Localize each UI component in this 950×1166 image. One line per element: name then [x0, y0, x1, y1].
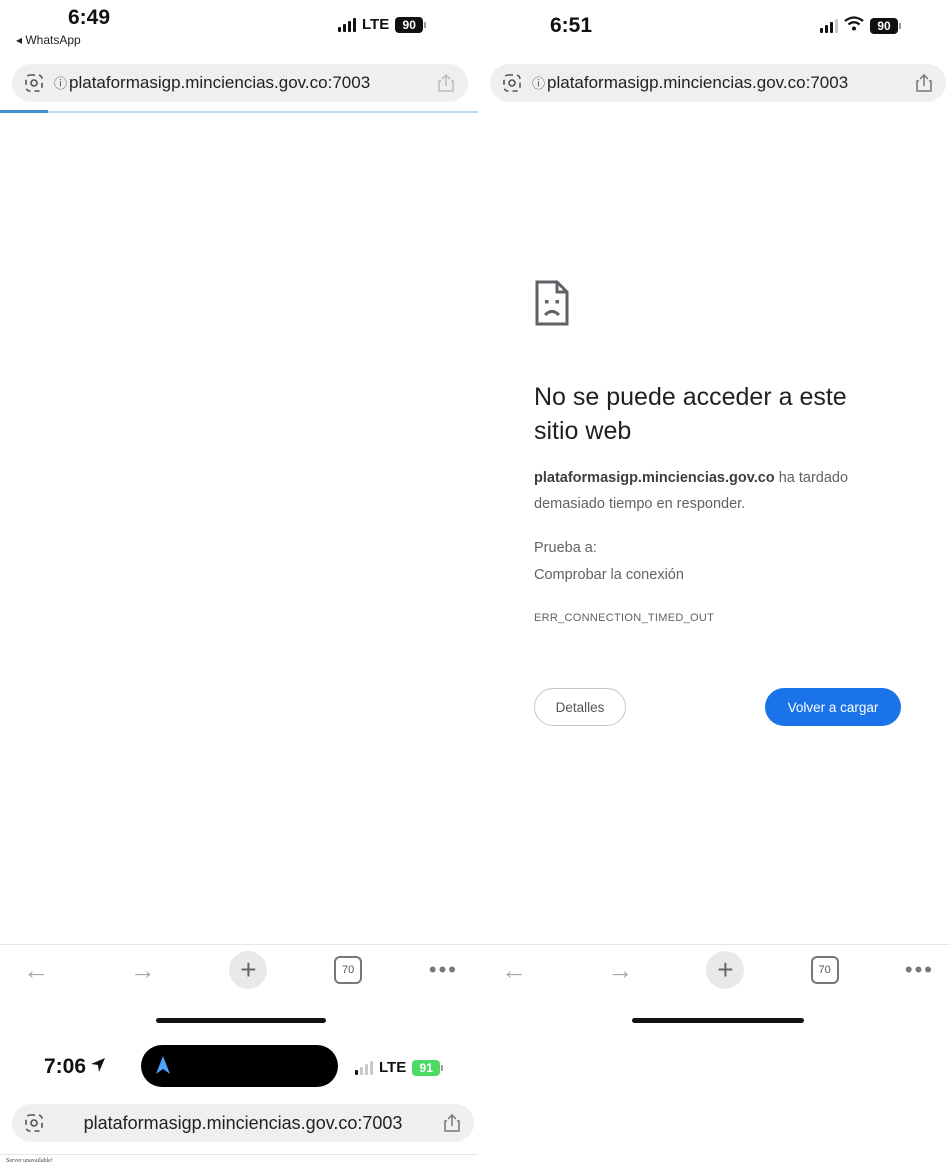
url-bar[interactable]: ⓘ plataformasigp.minciencias.gov.co:7003 — [490, 64, 946, 102]
bottom-toolbar: ← → + 70 ••• — [494, 950, 934, 990]
battery-icon: 91 — [412, 1059, 444, 1076]
home-indicator[interactable] — [632, 1018, 804, 1023]
error-message: plataformasigp.minciencias.gov.co ha tar… — [534, 465, 914, 517]
suggestion-text: Comprobar la conexión — [534, 567, 684, 583]
back-icon[interactable]: ← — [16, 955, 56, 986]
battery-level: 90 — [870, 17, 898, 34]
new-tab-button[interactable]: + — [229, 951, 268, 989]
blank-page-content — [0, 114, 478, 944]
dynamic-island — [141, 1045, 338, 1087]
try-label: Prueba a: — [534, 540, 597, 556]
loading-progress-bar — [0, 110, 48, 113]
error-title: No se puede acceder a este sitio web — [534, 383, 847, 445]
left-screenshot: 6:49 ◂ WhatsApp LTE 90 ⓘ plataformasigp.m… — [0, 0, 478, 1035]
page-lens-icon[interactable] — [24, 1113, 44, 1133]
status-time: 6:51 — [550, 14, 593, 37]
back-icon[interactable]: ← — [494, 955, 534, 986]
error-host: plataformasigp.minciencias.gov.co — [534, 470, 775, 486]
network-type: LTE — [379, 1059, 407, 1076]
more-menu-icon[interactable]: ••• — [429, 957, 458, 983]
status-icons: 90 — [820, 16, 901, 35]
battery-level: 90 — [395, 16, 424, 33]
share-icon[interactable] — [442, 1113, 462, 1133]
url-text: plataformasigp.minciencias.gov.co:7003 — [83, 1112, 403, 1133]
battery-icon: 90 — [870, 17, 901, 34]
battery-icon: 90 — [395, 16, 427, 33]
home-indicator[interactable] — [156, 1018, 326, 1023]
right-screenshot: 6:51 90 ⓘ plataformasigp.minciencias.gov.… — [478, 0, 950, 1035]
more-menu-icon[interactable]: ••• — [905, 957, 934, 983]
url-bar[interactable]: plataformasigp.minciencias.gov.co:7003 — [12, 1104, 474, 1142]
status-time: 7:06 — [44, 1055, 106, 1079]
status-icons: LTE 91 — [355, 1059, 444, 1076]
bottom-screenshot: 7:06 LTE 91 plataformasigp.minciencias.g… — [0, 1035, 478, 1166]
reload-button[interactable]: Volver a cargar — [765, 688, 901, 726]
network-type: LTE — [362, 16, 390, 33]
status-time-text: 7:06 — [44, 1055, 87, 1078]
status-icons: LTE 90 — [338, 16, 427, 33]
details-button[interactable]: Detalles — [534, 688, 626, 726]
url-text: plataformasigp.minciencias.gov.co:7003 — [547, 73, 849, 92]
page-lens-icon[interactable] — [24, 73, 44, 93]
share-icon[interactable] — [436, 73, 456, 93]
forward-icon[interactable]: → — [600, 955, 640, 986]
info-icon: ⓘ — [54, 76, 68, 91]
tabs-button[interactable]: 70 — [810, 956, 839, 984]
new-tab-button[interactable]: + — [706, 951, 745, 989]
wifi-icon — [844, 16, 864, 35]
status-time: 6:49 — [68, 6, 111, 29]
sad-page-icon — [534, 279, 570, 332]
signal-icon — [338, 17, 356, 32]
tabs-button[interactable]: 70 — [334, 956, 363, 984]
signal-icon — [820, 18, 838, 33]
signal-icon — [355, 1060, 373, 1075]
info-icon: ⓘ — [532, 76, 546, 91]
forward-icon[interactable]: → — [123, 955, 163, 986]
loading-progress-track — [0, 111, 478, 113]
server-unavailable-text: Server unavailable! — [6, 1158, 53, 1164]
battery-level: 91 — [412, 1059, 441, 1076]
share-icon[interactable] — [914, 73, 934, 93]
error-code: ERR_CONNECTION_TIMED_OUT — [534, 612, 715, 624]
page-lens-icon[interactable] — [502, 73, 522, 93]
location-arrow-icon — [90, 1055, 106, 1079]
back-to-app-link[interactable]: ◂ WhatsApp — [16, 33, 81, 47]
url-bar[interactable]: ⓘ plataformasigp.minciencias.gov.co:7003 — [12, 64, 468, 102]
bottom-toolbar: ← → + 70 ••• — [16, 950, 458, 990]
url-text: plataformasigp.minciencias.gov.co:7003 — [69, 73, 371, 92]
navigation-arrow-icon — [155, 1055, 171, 1080]
